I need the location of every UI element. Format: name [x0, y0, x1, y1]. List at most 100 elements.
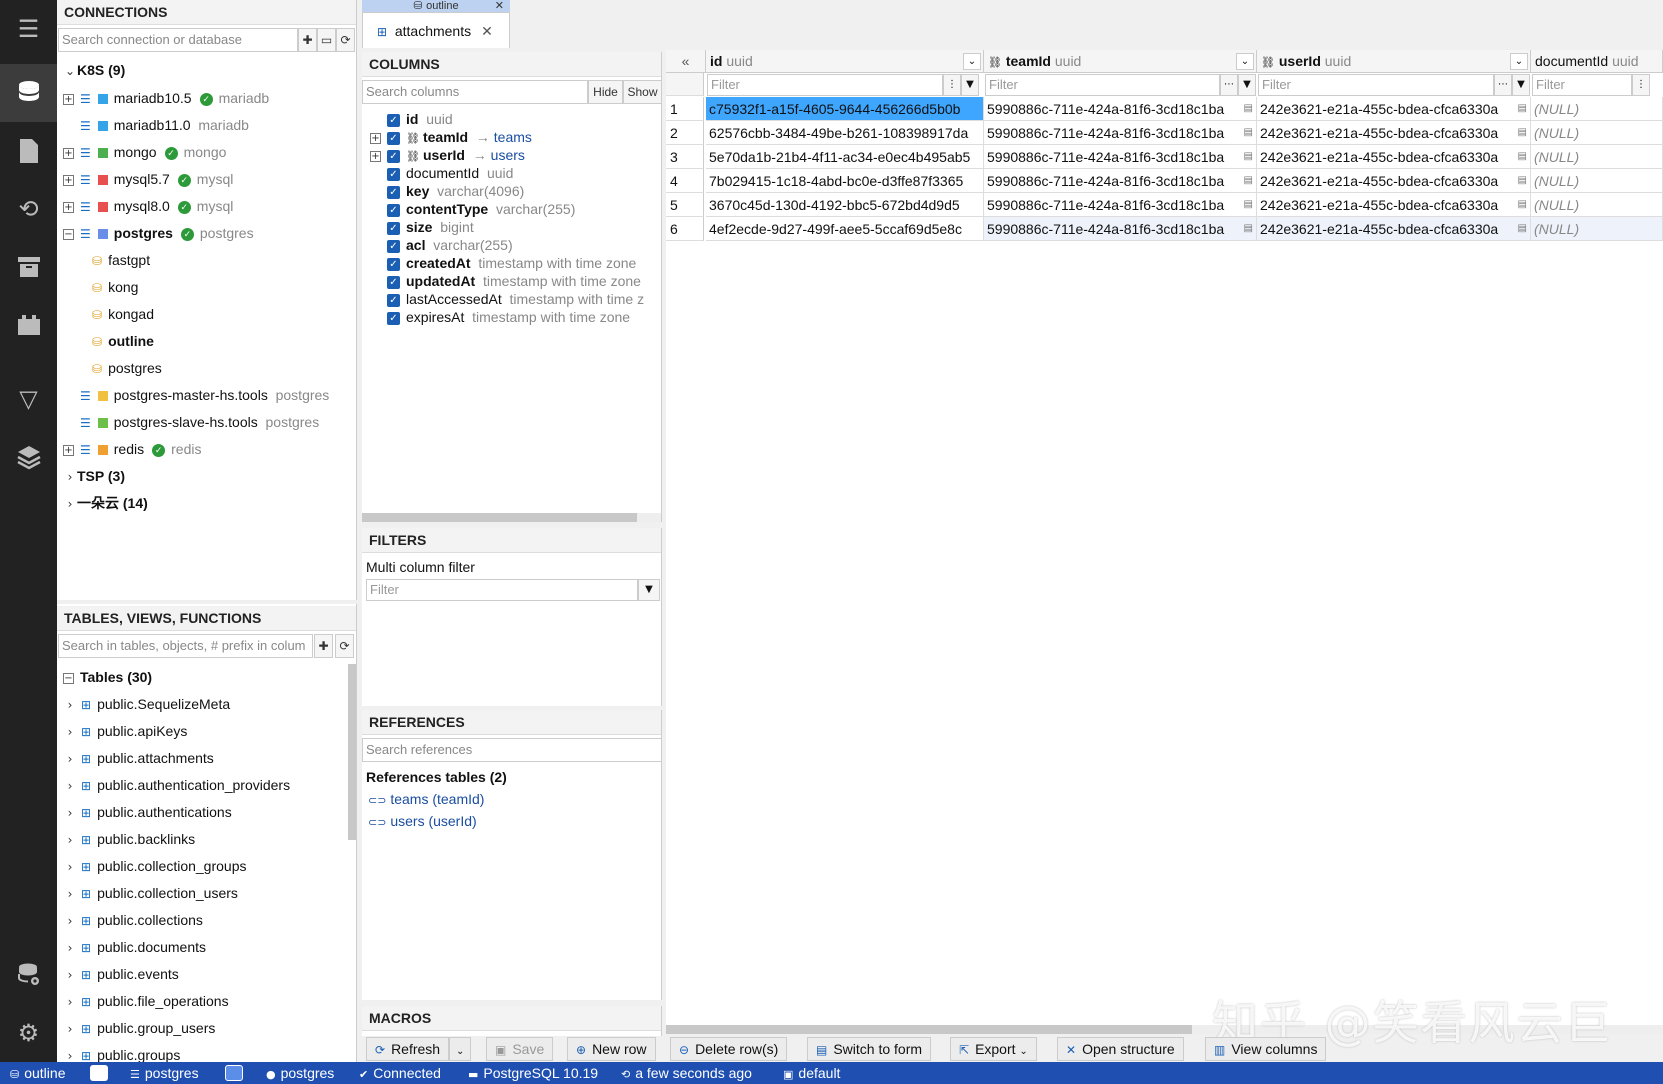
expand-icon[interactable]: + [63, 201, 74, 213]
reference-teams[interactable]: ⊂⊃ teams (teamId) [368, 791, 484, 807]
grid-cell-id[interactable]: 3670c45d-130d-4192-bbc5-672bd4d9d5 [706, 193, 984, 217]
column-item[interactable]: ✓ size bigint [370, 218, 474, 237]
checkbox-checked-icon[interactable]: ✓ [387, 113, 400, 127]
new-folder-icon[interactable]: ▭ [317, 28, 336, 52]
show-columns-button[interactable]: Show [623, 80, 661, 104]
expand-icon[interactable]: + [63, 147, 74, 159]
column-header-documentid[interactable]: documentId uuid [1531, 50, 1663, 73]
filter-options-icon[interactable]: ⋮ [943, 74, 961, 96]
grid-cell-teamid[interactable]: 5990886c-711e-424a-81f6-3cd18c1ba ▤ [984, 145, 1257, 169]
close-icon[interactable]: ✕ [495, 0, 504, 12]
table-item[interactable]: › ⊞ public.authentications [63, 799, 232, 826]
checkbox-checked-icon[interactable]: ✓ [387, 275, 400, 289]
expand-icon[interactable]: + [370, 132, 381, 144]
grid-cell-documentid[interactable]: (NULL) [1531, 121, 1663, 145]
file-icon[interactable] [0, 122, 57, 180]
filter-funnel-icon[interactable]: ▼ [961, 74, 979, 96]
grid-cell-id[interactable]: 62576cbb-3484-49be-b261-108398917da [706, 121, 984, 145]
checkbox-checked-icon[interactable]: ✓ [387, 221, 400, 235]
column-item[interactable]: ✓ id uuid [370, 110, 453, 129]
column-ref[interactable]: teams [494, 129, 532, 145]
grid-cell-id[interactable]: c75932f1-a15f-4605-9644-456266d5b0b [706, 97, 984, 121]
grid-cell-userid[interactable]: 242e3621-e21a-455c-bdea-cfca6330a ▤ [1257, 121, 1531, 145]
save-button[interactable]: ▣ Save [486, 1037, 554, 1061]
reference-users[interactable]: ⊂⊃ users (userId) [368, 813, 477, 829]
checkbox-checked-icon[interactable]: ✓ [387, 239, 400, 253]
filter-options-icon[interactable]: ⋯ [1494, 74, 1512, 96]
add-connection-icon[interactable]: ✚ [298, 28, 317, 52]
connection-redis[interactable]: + ☰ redis ✓ redis [63, 436, 201, 463]
row-number[interactable]: 6 [666, 217, 704, 241]
expand-icon[interactable]: + [63, 174, 74, 186]
table-item[interactable]: › ⊞ public.SequelizeMeta [63, 691, 231, 718]
column-item[interactable]: ✓ key varchar(4096) [370, 182, 524, 201]
grid-cell-userid[interactable]: 242e3621-e21a-455c-bdea-cfca6330a ▤ [1257, 217, 1531, 241]
lookup-icon[interactable]: ▤ [1517, 145, 1527, 168]
database-kongad[interactable]: ⛁ kongad [92, 301, 154, 328]
grid-hscroll-thumb[interactable] [666, 1025, 1192, 1034]
row-number[interactable]: 5 [666, 193, 704, 217]
database-postgres[interactable]: ⛁ postgres [92, 355, 162, 382]
filter-input-documentid[interactable]: Filter [1532, 74, 1632, 96]
checkbox-checked-icon[interactable]: ✓ [387, 167, 400, 181]
delete-rows-button[interactable]: ⊖ Delete row(s) [670, 1037, 788, 1061]
add-table-icon[interactable]: ✚ [314, 634, 333, 658]
table-item[interactable]: › ⊞ public.apiKeys [63, 718, 188, 745]
hide-columns-button[interactable]: Hide [588, 80, 623, 104]
tables-group[interactable]: − Tables (30) [63, 664, 152, 691]
open-structure-button[interactable]: ✕ Open structure [1057, 1037, 1184, 1061]
lookup-icon[interactable]: ▤ [1243, 193, 1253, 216]
chevron-down-icon[interactable]: ⌄ [1236, 53, 1254, 70]
connection-postgres-slave[interactable]: ☰ postgres-slave-hs.tools postgres [80, 409, 319, 436]
expand-icon[interactable]: + [63, 93, 74, 105]
group-yiduoyun[interactable]: › 一朵云 (14) [63, 490, 148, 517]
connection-mysql8-0[interactable]: + ☰ mysql8.0 ✓ mysql [63, 193, 233, 220]
connection-search-input[interactable]: Search connection or database [58, 28, 298, 52]
checkbox-checked-icon[interactable]: ✓ [387, 293, 400, 307]
switch-form-button[interactable]: ▤ Switch to form [807, 1037, 932, 1061]
grid-cell-documentid[interactable]: (NULL) [1531, 97, 1663, 121]
grid-cell-id[interactable]: 4ef2ecde-9d27-499f-aee5-5ccaf69d5e8c [706, 217, 984, 241]
lookup-icon[interactable]: ▤ [1243, 217, 1253, 240]
column-item[interactable]: ✓ lastAccessedAt timestamp with time z [370, 290, 644, 309]
table-item[interactable]: › ⊞ public.collection_users [63, 880, 238, 907]
collapse-icon[interactable]: − [63, 672, 74, 684]
references-search-input[interactable]: Search references [362, 738, 662, 762]
status-schema[interactable]: ▣ default [783, 1062, 840, 1084]
lookup-icon[interactable]: ▤ [1517, 121, 1527, 144]
grid-cell-teamid[interactable]: 5990886c-711e-424a-81f6-3cd18c1ba ▤ [984, 169, 1257, 193]
column-ref[interactable]: users [491, 147, 525, 163]
filter-funnel-icon[interactable]: ▼ [638, 579, 660, 601]
filter-funnel-icon[interactable]: ▼ [1238, 74, 1256, 96]
grid-cell-documentid[interactable]: (NULL) [1531, 145, 1663, 169]
row-number[interactable]: 1 [666, 97, 704, 121]
grid-cell-documentid[interactable]: (NULL) [1531, 169, 1663, 193]
lookup-icon[interactable]: ▤ [1243, 145, 1253, 168]
grid-cell-id[interactable]: 7b029415-1c18-4abd-bc0e-d3ffe87f3365 [706, 169, 984, 193]
table-item[interactable]: › ⊞ public.backlinks [63, 826, 196, 853]
settings-gear-icon[interactable]: ⚙ [0, 1004, 57, 1062]
table-item[interactable]: › ⊞ public.group_users [63, 1015, 216, 1042]
column-header-id[interactable]: id uuid ⌄ [706, 50, 984, 73]
grid-cell-userid[interactable]: 242e3621-e21a-455c-bdea-cfca6330a ▤ [1257, 193, 1531, 217]
view-columns-button[interactable]: ▥ View columns [1205, 1037, 1327, 1061]
database-fastgpt[interactable]: ⛁ fastgpt [92, 247, 150, 274]
plugin-icon[interactable] [0, 296, 57, 354]
table-item[interactable]: › ⊞ public.events [63, 961, 179, 988]
row-number[interactable]: 2 [666, 121, 704, 145]
group-k8s[interactable]: ⌄ K8S (9) [63, 57, 125, 84]
row-number[interactable]: 4 [666, 169, 704, 193]
column-header-teamid[interactable]: ⛓ teamId uuid ⌄ [984, 50, 1257, 73]
checkbox-checked-icon[interactable]: ✓ [387, 131, 400, 145]
filter-options-icon[interactable]: ⋮ [1632, 74, 1650, 96]
grid-cell-id[interactable]: 5e70da1b-21b4-4f11-ac34-e0ec4b495ab5 [706, 145, 984, 169]
column-item[interactable]: ✓ acl varchar(255) [370, 236, 513, 255]
lookup-icon[interactable]: ▤ [1243, 97, 1253, 120]
group-tsp[interactable]: › TSP (3) [63, 463, 125, 490]
status-user[interactable]: ● postgres [266, 1062, 334, 1084]
column-item[interactable]: ✓ updatedAt timestamp with time zone [370, 272, 641, 291]
lookup-icon[interactable]: ▤ [1517, 217, 1527, 240]
column-item[interactable]: ✓ expiresAt timestamp with time zone [370, 308, 630, 327]
collapse-icon[interactable]: − [63, 228, 74, 240]
database-icon[interactable] [0, 64, 57, 122]
